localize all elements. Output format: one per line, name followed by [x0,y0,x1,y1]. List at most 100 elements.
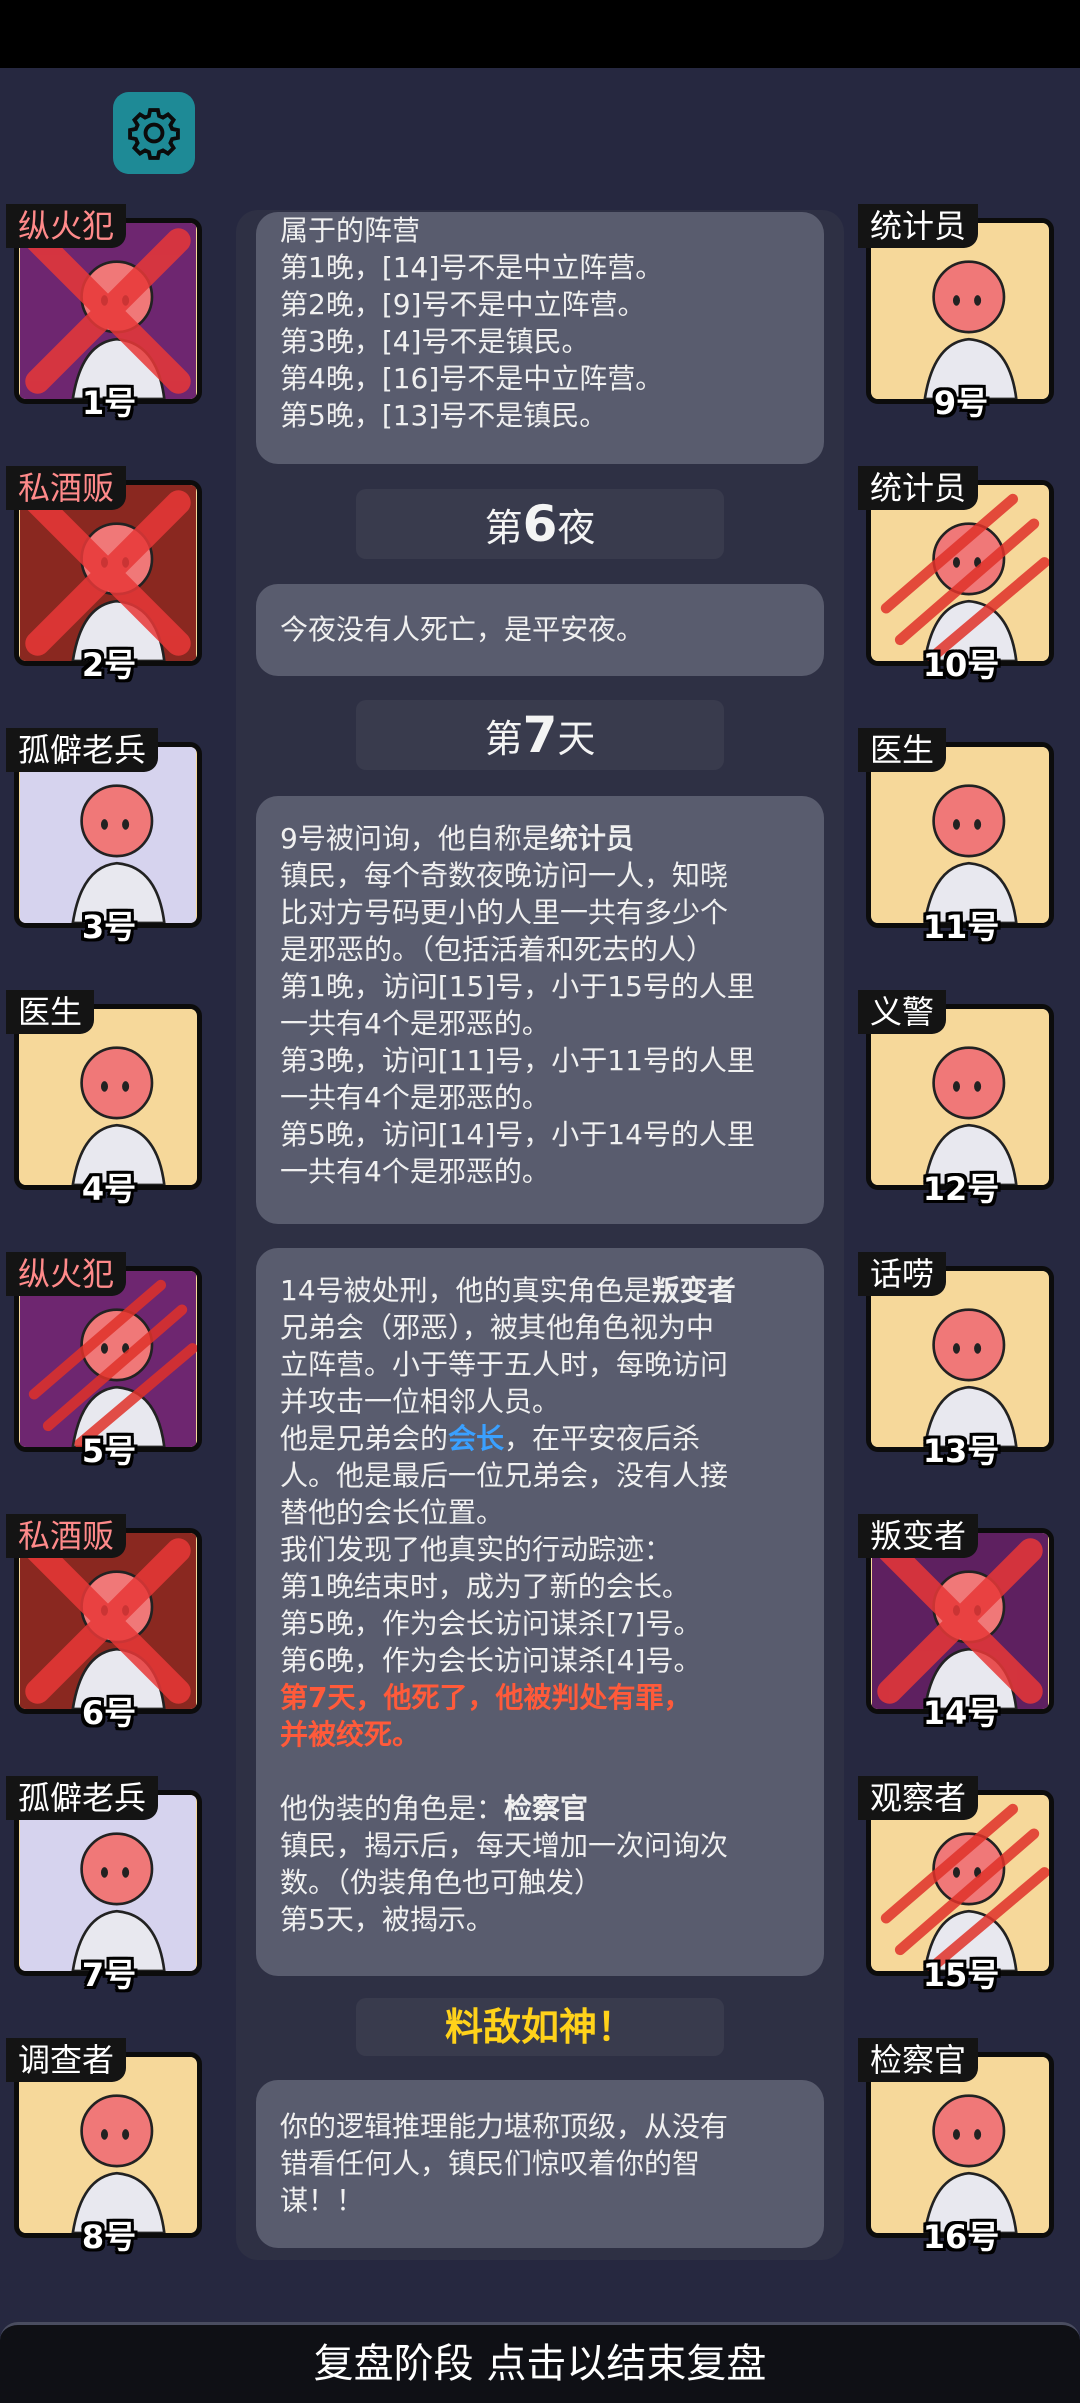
log-line: 第5晚，[13]号不是镇民。 [280,399,608,432]
role-label: 统计员 [858,204,979,248]
log-line: 数。（伪装角色也可触发） [280,1866,603,1899]
role-label: 话唠 [858,1252,947,1296]
log-box-execution: 14号被处刑，他的真实角色是叛变者 兄弟会（邪恶），被其他角色视为中 立阵营。小… [256,1248,824,1976]
player-number: 16号 [922,2218,1000,2256]
role-label: 调查者 [6,2038,127,2082]
player-number: 14号 [922,1694,1000,1732]
role-label: 纵火犯 [6,204,127,248]
player-card[interactable]: 统计员 9号 [858,204,1064,422]
log-line: 我们发现了他真实的行动踪迹： [280,1533,673,1566]
role-label: 义警 [858,990,947,1034]
player-card[interactable]: 话唠 13号 [858,1252,1064,1470]
player-card[interactable]: 私酒贩 6号 [6,1514,212,1732]
portrait-art [20,1009,196,1185]
log-text: 他伪装的角色是： [280,1792,505,1825]
header-prefix: 第 [484,506,523,550]
player-number: 3号 [81,908,137,946]
player-card[interactable]: 观察者 15号 [858,1776,1064,1994]
log-line: 第4晚，[16]号不是中立阵营。 [280,362,664,395]
log-box-investigation: 属于的阵营 第1晚，[14]号不是中立阵营。 第2晚，[9]号不是中立阵营。 第… [256,212,824,464]
player-number: 7号 [81,1956,137,1994]
role-label: 医生 [858,728,947,772]
log-text: 14号被处刑，他的真实角色是 [280,1274,652,1307]
role-label: 医生 [6,990,95,1034]
log-line: 第3晚，访问[11]号，小于11号的人里 [280,1044,755,1077]
true-role: 叛变者 [651,1274,736,1307]
log-line: 一共有4个是邪恶的。 [280,1155,550,1188]
player-number: 10号 [922,646,1000,684]
player-card[interactable]: 叛变者 14号 [858,1514,1064,1732]
day-header: 第7天 [356,700,724,770]
portrait-art [872,1271,1048,1447]
log-line: 第5晚，访问[14]号，小于14号的人里 [280,1118,755,1151]
role-label: 私酒贩 [6,466,127,510]
log-line: 第1晚结束时，成为了新的会长。 [280,1570,690,1603]
leader-keyword[interactable]: 会长 [448,1422,504,1455]
player-card[interactable]: 统计员 10号 [858,466,1064,684]
slash-mark-icon [880,493,1049,661]
result-title: 料敌如神！ [356,1998,724,2056]
log-line: 人。他是最后一位兄弟会，没有人接 [280,1459,729,1492]
log-line: 比对方号码更小的人里一共有多少个 [280,896,729,929]
player-card[interactable]: 义警 12号 [858,990,1064,1208]
player-number: 1号 [81,384,137,422]
player-card[interactable]: 孤僻老兵 3号 [6,728,212,946]
player-number: 4号 [81,1170,137,1208]
player-card[interactable]: 孤僻老兵 7号 [6,1776,212,1994]
log-line: 镇民，揭示后，每天增加一次问询次 [280,1829,729,1862]
death-line: 第7天，他死了，他被判处有罪， [280,1681,692,1714]
player-card[interactable]: 调查者 8号 [6,2038,212,2256]
log-line: 今夜没有人死亡，是平安夜。 [280,613,645,646]
slash-mark-icon [880,1803,1049,1971]
player-number: 13号 [922,1432,1000,1470]
player-number: 9号 [933,384,989,422]
log-line: 他伪装的角色是：检察官 [280,1790,800,1827]
portrait-art [872,223,1048,399]
log-line: 14号被处刑，他的真实角色是叛变者 [280,1272,800,1309]
portrait-art [20,1795,196,1971]
player-card[interactable]: 医生 4号 [6,990,212,1208]
header-number: 6 [522,495,558,553]
log-line: 他是兄弟会的会长，在平安夜后杀 [280,1420,800,1457]
player-card[interactable]: 纵火犯 5号 [6,1252,212,1470]
portrait-art [20,747,196,923]
player-number: 8号 [81,2218,137,2256]
death-line: 并被绞死。 [280,1718,421,1751]
player-card[interactable]: 私酒贩 2号 [6,466,212,684]
portrait-art [872,2057,1048,2233]
role-label: 孤僻老兵 [6,728,159,772]
role-label: 私酒贩 [6,1514,127,1558]
settings-button[interactable] [113,92,195,174]
player-number: 6号 [81,1694,137,1732]
portrait-art [20,2057,196,2233]
log-line: 第5天，被揭示。 [280,1903,494,1936]
log-line: 一共有4个是邪恶的。 [280,1007,550,1040]
player-number: 12号 [922,1170,1000,1208]
player-card[interactable]: 医生 11号 [858,728,1064,946]
header-prefix: 第 [484,717,523,761]
role-label: 纵火犯 [6,1252,127,1296]
player-card[interactable]: 检察官 16号 [858,2038,1064,2256]
night-header: 第6夜 [356,489,724,559]
header-number: 7 [522,706,558,764]
claimed-role: 统计员 [549,822,634,855]
log-line: 第1晚，[14]号不是中立阵营。 [280,251,664,284]
log-line: 第6晚，作为会长访问谋杀[4]号。 [280,1644,702,1677]
log-line: 第2晚，[9]号不是中立阵营。 [280,288,646,321]
log-line: 是邪恶的。（包括活着和死去的人） [280,933,715,966]
log-line: 属于的阵营 [280,214,421,247]
eliminated-x-icon [25,1538,191,1704]
log-box-night: 今夜没有人死亡，是平安夜。 [256,584,824,676]
player-card[interactable]: 纵火犯 1号 [6,204,212,422]
player-number: 5号 [81,1432,137,1470]
log-line: 立阵营。小于等于五人时，每晚访问 [280,1348,729,1381]
log-text: 他是兄弟会的 [280,1422,449,1455]
portrait-art [872,1009,1048,1185]
gear-icon [128,108,180,160]
disguise-role: 检察官 [504,1792,589,1825]
end-review-bar[interactable]: 复盘阶段 点击以结束复盘 [0,2322,1080,2403]
log-line: 镇民，每个奇数夜晚访问一人，知晓 [280,859,729,892]
log-line: 兄弟会（邪恶），被其他角色视为中 [280,1311,715,1344]
eliminated-x-icon [877,1538,1043,1704]
